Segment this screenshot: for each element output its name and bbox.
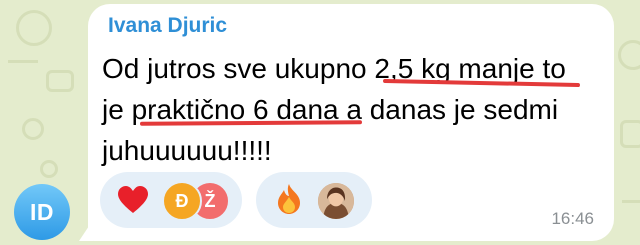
message-timestamp: 16:46	[551, 209, 594, 228]
fire-icon	[278, 184, 300, 214]
sender-name[interactable]: Ivana Djuric	[108, 14, 227, 38]
reactor-avatar-photo[interactable]	[316, 181, 356, 221]
profile-photo-icon	[318, 183, 354, 219]
reactor-avatar[interactable]: Đ	[162, 181, 202, 221]
message-text: Od jutros sve ukupno 2,5 kg manje to je …	[102, 48, 607, 171]
sender-avatar-initials: ID	[30, 198, 54, 225]
red-heart-icon	[118, 186, 148, 213]
message-bubble[interactable]: Ivana Djuric Od jutros sve ukupno 2,5 kg…	[88, 4, 614, 241]
message-line: juhuuuuuu!!!!!	[102, 135, 272, 166]
sender-avatar[interactable]: ID	[14, 184, 70, 240]
